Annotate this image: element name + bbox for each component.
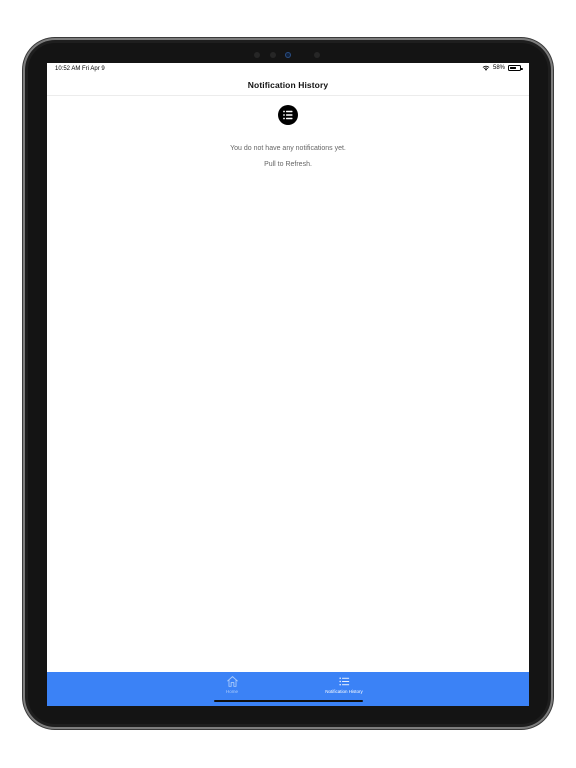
home-icon <box>182 675 282 688</box>
tab-home-label: Home <box>225 689 238 694</box>
home-indicator[interactable] <box>214 700 363 702</box>
empty-message: You do not have any notifications yet. <box>230 145 346 152</box>
list-icon <box>294 675 394 688</box>
navigation-bar: Notification History <box>47 75 529 96</box>
battery-fill <box>510 67 516 69</box>
list-circle-icon <box>278 105 298 125</box>
pull-to-refresh-hint: Pull to Refresh. <box>264 161 312 168</box>
page-title: Notification History <box>247 80 329 90</box>
tab-notification-history[interactable]: Notification History <box>294 675 394 694</box>
app-store-screenshot: 10:52 AM Fri Apr 9 58% Notification Hist… <box>0 0 576 768</box>
tab-bar: Home Notification History <box>47 672 529 706</box>
status-time-date: 10:52 AM Fri Apr 9 <box>55 66 105 72</box>
empty-state[interactable]: You do not have any notifications yet. P… <box>47 105 529 168</box>
tab-home[interactable]: Home <box>182 675 282 694</box>
tab-notification-history-label: Notification History <box>325 689 363 694</box>
app-screen: 10:52 AM Fri Apr 9 58% Notification Hist… <box>47 63 529 706</box>
wifi-icon <box>482 65 490 71</box>
battery-percent: 58% <box>492 65 505 71</box>
battery-icon <box>508 65 523 71</box>
status-bar: 10:52 AM Fri Apr 9 58% <box>47 63 529 75</box>
camera-lens-icon <box>285 52 291 58</box>
camera-housing <box>248 51 328 59</box>
status-right-group: 58% <box>482 65 523 71</box>
